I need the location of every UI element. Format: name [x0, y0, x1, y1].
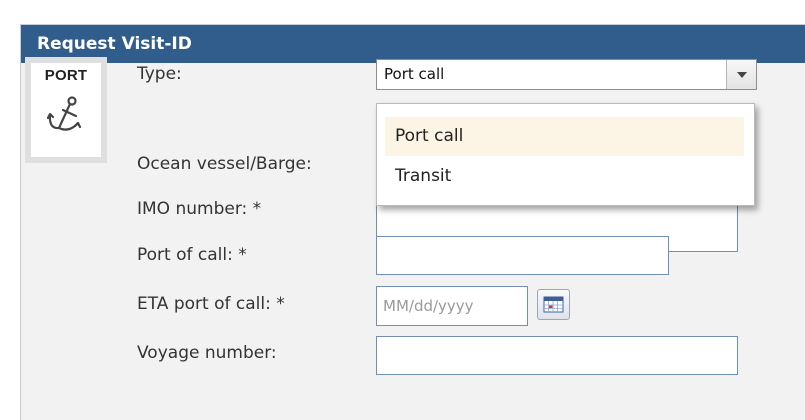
port-of-call-label: Port of call: * — [137, 245, 247, 265]
calendar-icon — [543, 296, 564, 313]
port-of-call-field[interactable] — [376, 236, 669, 275]
imo-label: IMO number: * — [137, 199, 262, 219]
panel-title: Request Visit-ID — [21, 25, 805, 63]
option-port-call[interactable]: Port call — [385, 117, 744, 156]
calendar-button[interactable] — [537, 289, 570, 320]
voyage-label: Voyage number: — [137, 343, 277, 363]
anchor-icon — [47, 96, 82, 131]
vessel-label: Ocean vessel/Barge: — [137, 154, 312, 174]
type-select-value: Port call — [384, 65, 445, 83]
option-transit[interactable]: Transit — [385, 157, 744, 196]
dropdown-arrow-button[interactable] — [726, 60, 756, 89]
type-label: Type: — [137, 64, 182, 84]
chevron-down-icon — [737, 72, 747, 78]
eta-date-field[interactable]: MM/dd/yyyy — [376, 286, 528, 326]
type-select[interactable]: Port call — [376, 59, 757, 90]
voyage-number-field[interactable] — [376, 336, 738, 375]
port-badge: PORT — [25, 57, 107, 163]
port-badge-label: PORT — [44, 67, 88, 84]
eta-label: ETA port of call: * — [137, 294, 285, 314]
type-dropdown-list: Port call Transit — [376, 103, 755, 206]
